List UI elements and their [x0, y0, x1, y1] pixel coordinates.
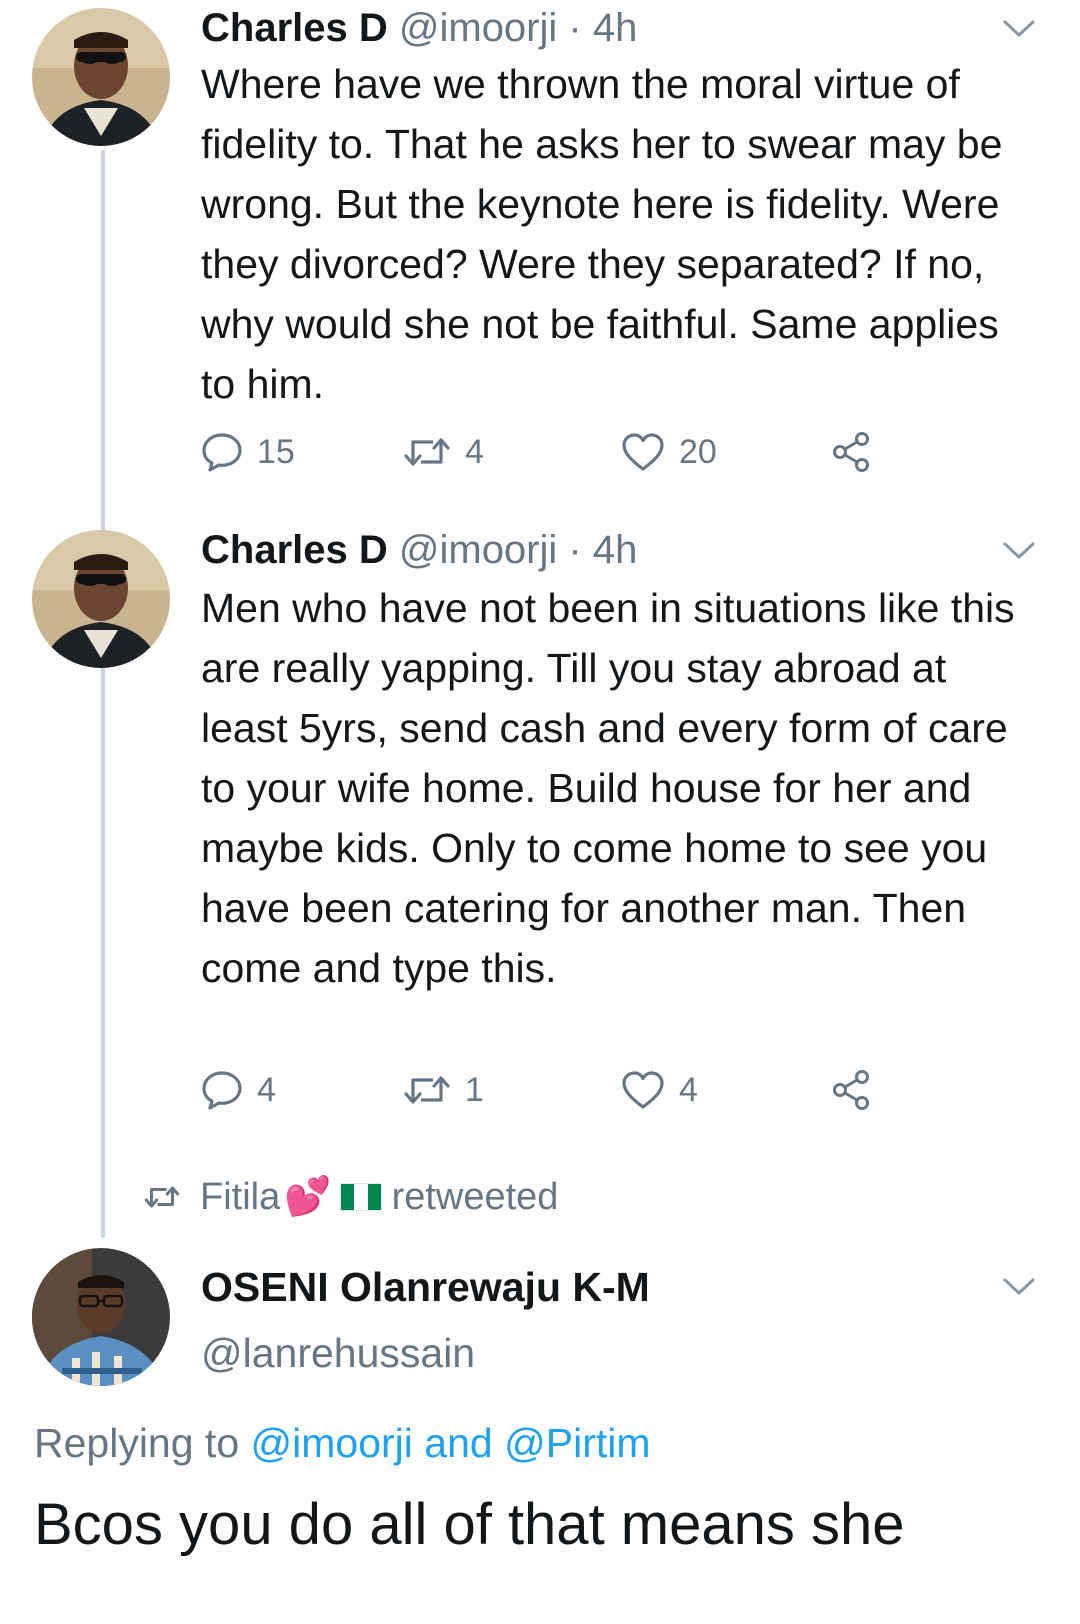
- author-name[interactable]: Charles D: [201, 6, 388, 50]
- author-handle[interactable]: @imoorji: [399, 528, 557, 572]
- reply-icon: [202, 433, 242, 472]
- heart-icon: [622, 433, 664, 471]
- timestamp[interactable]: 4h: [593, 528, 638, 572]
- two-hearts-emoji: 💕: [284, 1176, 332, 1218]
- like-button[interactable]: 20: [621, 424, 717, 480]
- mention-link[interactable]: @imoorji: [251, 1420, 413, 1466]
- tweet-header: Charles D @imoorji · 4h: [201, 526, 637, 574]
- like-button[interactable]: 4: [621, 1062, 698, 1118]
- retweet-icon: [404, 1076, 450, 1104]
- thread-line: [101, 150, 105, 1238]
- retweeter-name[interactable]: Fitila: [200, 1176, 280, 1219]
- chevron-down-icon[interactable]: [1002, 18, 1036, 40]
- share-button[interactable]: [831, 1062, 873, 1118]
- tweet-header: Charles D @imoorji · 4h: [201, 4, 637, 52]
- replying-prefix: Replying to: [34, 1420, 240, 1466]
- like-count: 20: [679, 432, 717, 471]
- chevron-down-icon[interactable]: [1002, 1276, 1036, 1298]
- mention-link[interactable]: @Pirtim: [504, 1420, 650, 1466]
- replying-to-line: Replying to @imoorji and @Pirtim: [34, 1416, 651, 1470]
- separator-dot: ·: [568, 6, 582, 50]
- reply-icon: [202, 1071, 242, 1110]
- retweet-count: 1: [465, 1070, 484, 1109]
- reply-button[interactable]: 4: [201, 1062, 276, 1118]
- retweet-icon: [144, 1186, 180, 1208]
- retweet-button[interactable]: 4: [403, 424, 484, 480]
- chevron-down-icon[interactable]: [1002, 540, 1036, 562]
- reply-count: 15: [257, 432, 295, 471]
- retweet-button[interactable]: 1: [403, 1062, 484, 1118]
- heart-icon: [622, 1071, 664, 1109]
- share-icon: [833, 432, 869, 472]
- tweet-text: Where have we thrown the moral virtue of…: [201, 61, 1003, 407]
- reply-button[interactable]: 15: [201, 424, 295, 480]
- timestamp[interactable]: 4h: [593, 6, 638, 50]
- author-name[interactable]: OSENI Olanrewaju K-M: [201, 1262, 650, 1312]
- retweet-icon: [404, 438, 450, 466]
- separator-dot: ·: [568, 528, 582, 572]
- tweet-actions: 4 1 4: [201, 1062, 921, 1118]
- tweet-text: Men who have not been in situations like…: [201, 585, 1015, 991]
- author-name[interactable]: Charles D: [201, 528, 388, 572]
- retweeted-label: retweeted: [391, 1175, 559, 1218]
- share-button[interactable]: [831, 424, 873, 480]
- avatar[interactable]: [32, 1248, 170, 1386]
- retweeted-by-banner[interactable]: Fitila 💕 retweeted: [140, 1172, 558, 1222]
- like-count: 4: [679, 1070, 698, 1109]
- focused-tweet-text: Bcos you do all of that means she: [34, 1492, 905, 1557]
- reply-count: 4: [257, 1070, 276, 1109]
- tweet-actions: 15 4 20: [201, 424, 921, 480]
- avatar[interactable]: [32, 8, 170, 146]
- nigeria-flag-icon: [339, 1183, 382, 1211]
- author-handle[interactable]: @lanrehussain: [201, 1328, 475, 1378]
- share-icon: [833, 1070, 869, 1110]
- author-handle[interactable]: @imoorji: [399, 6, 557, 50]
- conjunction-and[interactable]: and: [424, 1420, 492, 1466]
- avatar[interactable]: [32, 530, 170, 668]
- retweet-count: 4: [465, 432, 484, 471]
